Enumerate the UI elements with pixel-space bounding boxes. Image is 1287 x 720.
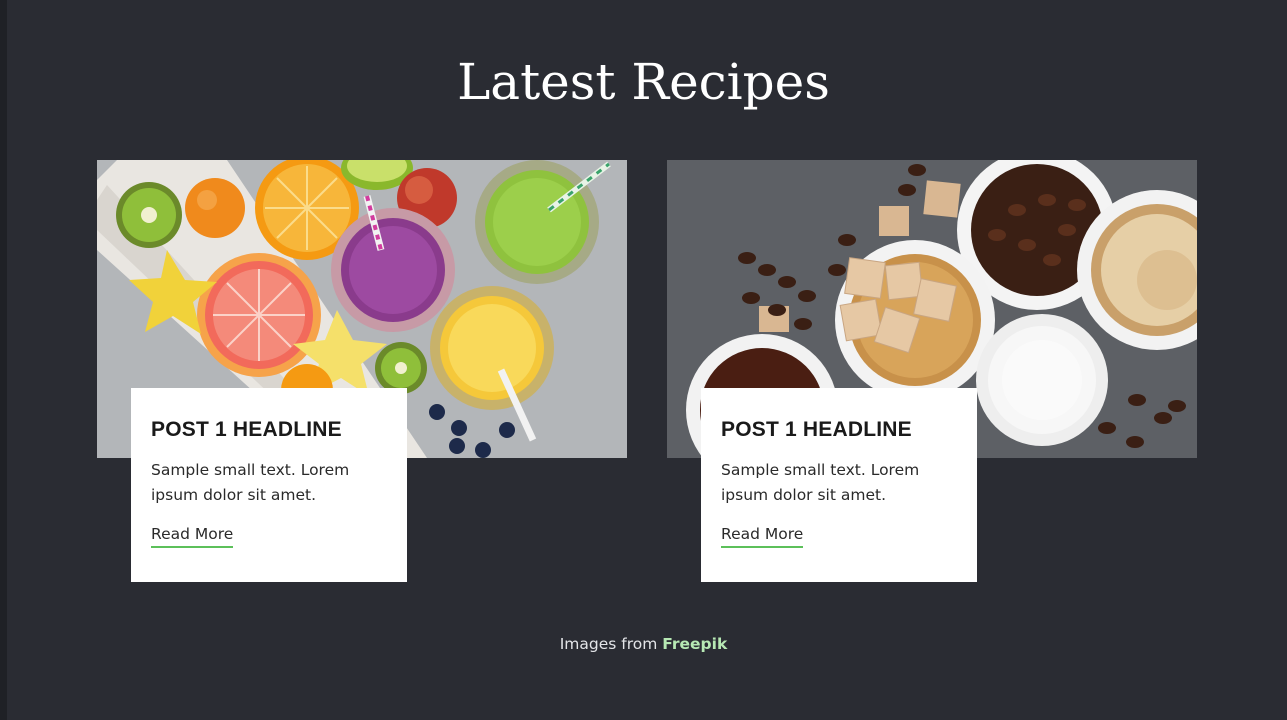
page-title: Latest Recipes — [457, 53, 830, 111]
image-credit: Images from Freepik — [0, 635, 1287, 653]
read-more-link[interactable]: Read More — [721, 524, 804, 548]
freepik-link[interactable]: Freepik — [662, 635, 727, 653]
read-more-link[interactable]: Read More — [151, 524, 234, 548]
post-headline: POST 1 HEADLINE — [721, 418, 912, 441]
post-1-card: POST 1 HEADLINE Sample small text. Lorem… — [131, 388, 407, 582]
post-excerpt: Sample small text. Lorem ipsum dolor sit… — [151, 461, 350, 504]
post-headline: POST 1 HEADLINE — [151, 418, 342, 441]
credit-prefix: Images from — [559, 635, 658, 653]
post-2-card: POST 1 HEADLINE Sample small text. Lorem… — [701, 388, 977, 582]
post-excerpt: Sample small text. Lorem ipsum dolor sit… — [721, 461, 920, 504]
